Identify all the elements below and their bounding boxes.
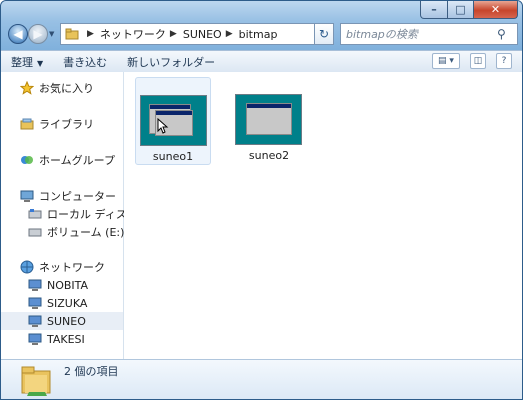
organize-button[interactable]: 整理 ▼: [1, 54, 53, 70]
drive-icon: [27, 207, 43, 221]
organize-label: 整理: [11, 55, 33, 69]
nav-libraries-label: ライブラリ: [39, 118, 94, 131]
item-count: 2 個の項目: [64, 365, 119, 378]
arrow-right-icon: ▶: [33, 27, 43, 41]
folder-icon: [19, 362, 55, 399]
breadcrumb-suneo[interactable]: SUNEO: [183, 28, 222, 41]
arrow-left-icon: ◀: [13, 27, 23, 41]
nav-host-label: SIZUKA: [47, 296, 88, 310]
nav-network[interactable]: ネットワーク: [1, 258, 141, 276]
nav-network-label: ネットワーク: [39, 261, 105, 274]
navigation-pane: お気に入り ライブラリ ホームグループ コンピューター ローカル ディスク ( …: [1, 72, 146, 359]
chevron-right-icon[interactable]: ▶: [226, 29, 233, 39]
chevron-down-icon: ▼: [37, 58, 44, 68]
file-list: suneo1 suneo2: [124, 72, 522, 359]
library-icon: [19, 117, 35, 131]
star-icon: [19, 81, 35, 95]
computer-icon: [27, 296, 43, 310]
recent-pages-dropdown[interactable]: ▼: [49, 30, 57, 38]
chevron-right-icon[interactable]: ▶: [87, 29, 94, 39]
new-folder-button[interactable]: 新しいフォルダー: [117, 54, 225, 70]
nav-host-label: SUNEO: [47, 314, 86, 328]
help-button[interactable]: ?: [496, 53, 512, 69]
nav-favorites[interactable]: お気に入り: [1, 79, 141, 97]
nav-volume-e-label: ボリューム (E:): [47, 226, 125, 239]
minimize-icon: –: [431, 3, 437, 16]
computer-icon: [27, 278, 43, 292]
nav-homegroup[interactable]: ホームグループ: [1, 151, 141, 169]
nav-homegroup-label: ホームグループ: [39, 154, 116, 167]
toolbar-right: ▤ ▾ ◫ ?: [432, 53, 512, 69]
nav-computer-label: コンピューター: [39, 190, 116, 203]
thumbnail-titlebar: [247, 104, 291, 108]
computer-icon: [27, 332, 43, 346]
preview-pane-button[interactable]: ◫: [470, 53, 486, 69]
nav-computer[interactable]: コンピューター: [1, 187, 141, 205]
homegroup-icon: [19, 153, 35, 167]
thumbnail-titlebar: [156, 111, 192, 115]
thumbnail-image: [235, 94, 302, 145]
command-bar: 整理 ▼ 書き込む 新しいフォルダー ▤ ▾ ◫ ?: [1, 50, 522, 73]
explorer-window: – □ ✕ ◀ ▶ ▼ ▶ ネットワーク ▶ SUNEO ▶ bitmap ▼ …: [0, 0, 523, 400]
chevron-right-icon[interactable]: ▶: [170, 29, 177, 39]
refresh-icon: ↻: [318, 27, 330, 41]
network-icon: [19, 260, 35, 274]
nav-host-label: NOBITA: [47, 278, 89, 292]
nav-host-suneo[interactable]: SUNEO: [1, 312, 123, 330]
file-item[interactable]: suneo1: [135, 77, 211, 165]
close-button[interactable]: ✕: [474, 1, 518, 19]
network-folder-icon: [64, 26, 80, 42]
file-item[interactable]: suneo2: [231, 77, 307, 165]
back-button[interactable]: ◀: [8, 24, 28, 44]
maximize-icon: □: [455, 3, 466, 16]
drive-icon: [27, 225, 43, 239]
file-name: suneo2: [248, 149, 290, 162]
breadcrumb: ▶ ネットワーク ▶ SUNEO ▶ bitmap: [83, 26, 277, 42]
computer-icon: [27, 314, 43, 328]
forward-button[interactable]: ▶: [28, 24, 48, 44]
burn-button[interactable]: 書き込む: [53, 54, 117, 70]
search-box[interactable]: bitmapの検索 ⚲: [340, 23, 518, 45]
details-pane: 2 個の項目: [1, 359, 522, 399]
minimize-button[interactable]: –: [420, 1, 448, 19]
maximize-button[interactable]: □: [448, 1, 474, 19]
view-icon: ▤ ▾: [438, 56, 454, 66]
mouse-cursor-icon: [157, 118, 169, 134]
refresh-button[interactable]: ↻: [314, 23, 334, 45]
nav-libraries[interactable]: ライブラリ: [1, 115, 141, 133]
chevron-down-icon: ▼: [49, 30, 55, 38]
breadcrumb-network[interactable]: ネットワーク: [100, 26, 166, 42]
thumbnail-titlebar: [150, 105, 190, 109]
thumbnail-window: [246, 103, 292, 135]
address-bar[interactable]: ▶ ネットワーク ▶ SUNEO ▶ bitmap ▼: [60, 23, 334, 45]
nav-favorites-label: お気に入り: [39, 82, 94, 95]
file-name: suneo1: [152, 150, 194, 163]
thumbnail-image: [140, 95, 207, 146]
view-options-button[interactable]: ▤ ▾: [432, 53, 460, 69]
window-controls: – □ ✕: [420, 1, 518, 19]
help-icon: ?: [501, 56, 507, 66]
search-input[interactable]: bitmapの検索: [346, 26, 497, 42]
search-icon[interactable]: ⚲: [497, 27, 513, 41]
computer-icon: [19, 189, 35, 203]
nav-host-label: TAKESI: [47, 332, 85, 346]
close-icon: ✕: [490, 3, 501, 16]
breadcrumb-bitmap[interactable]: bitmap: [239, 28, 278, 41]
preview-pane-icon: ◫: [473, 56, 483, 66]
